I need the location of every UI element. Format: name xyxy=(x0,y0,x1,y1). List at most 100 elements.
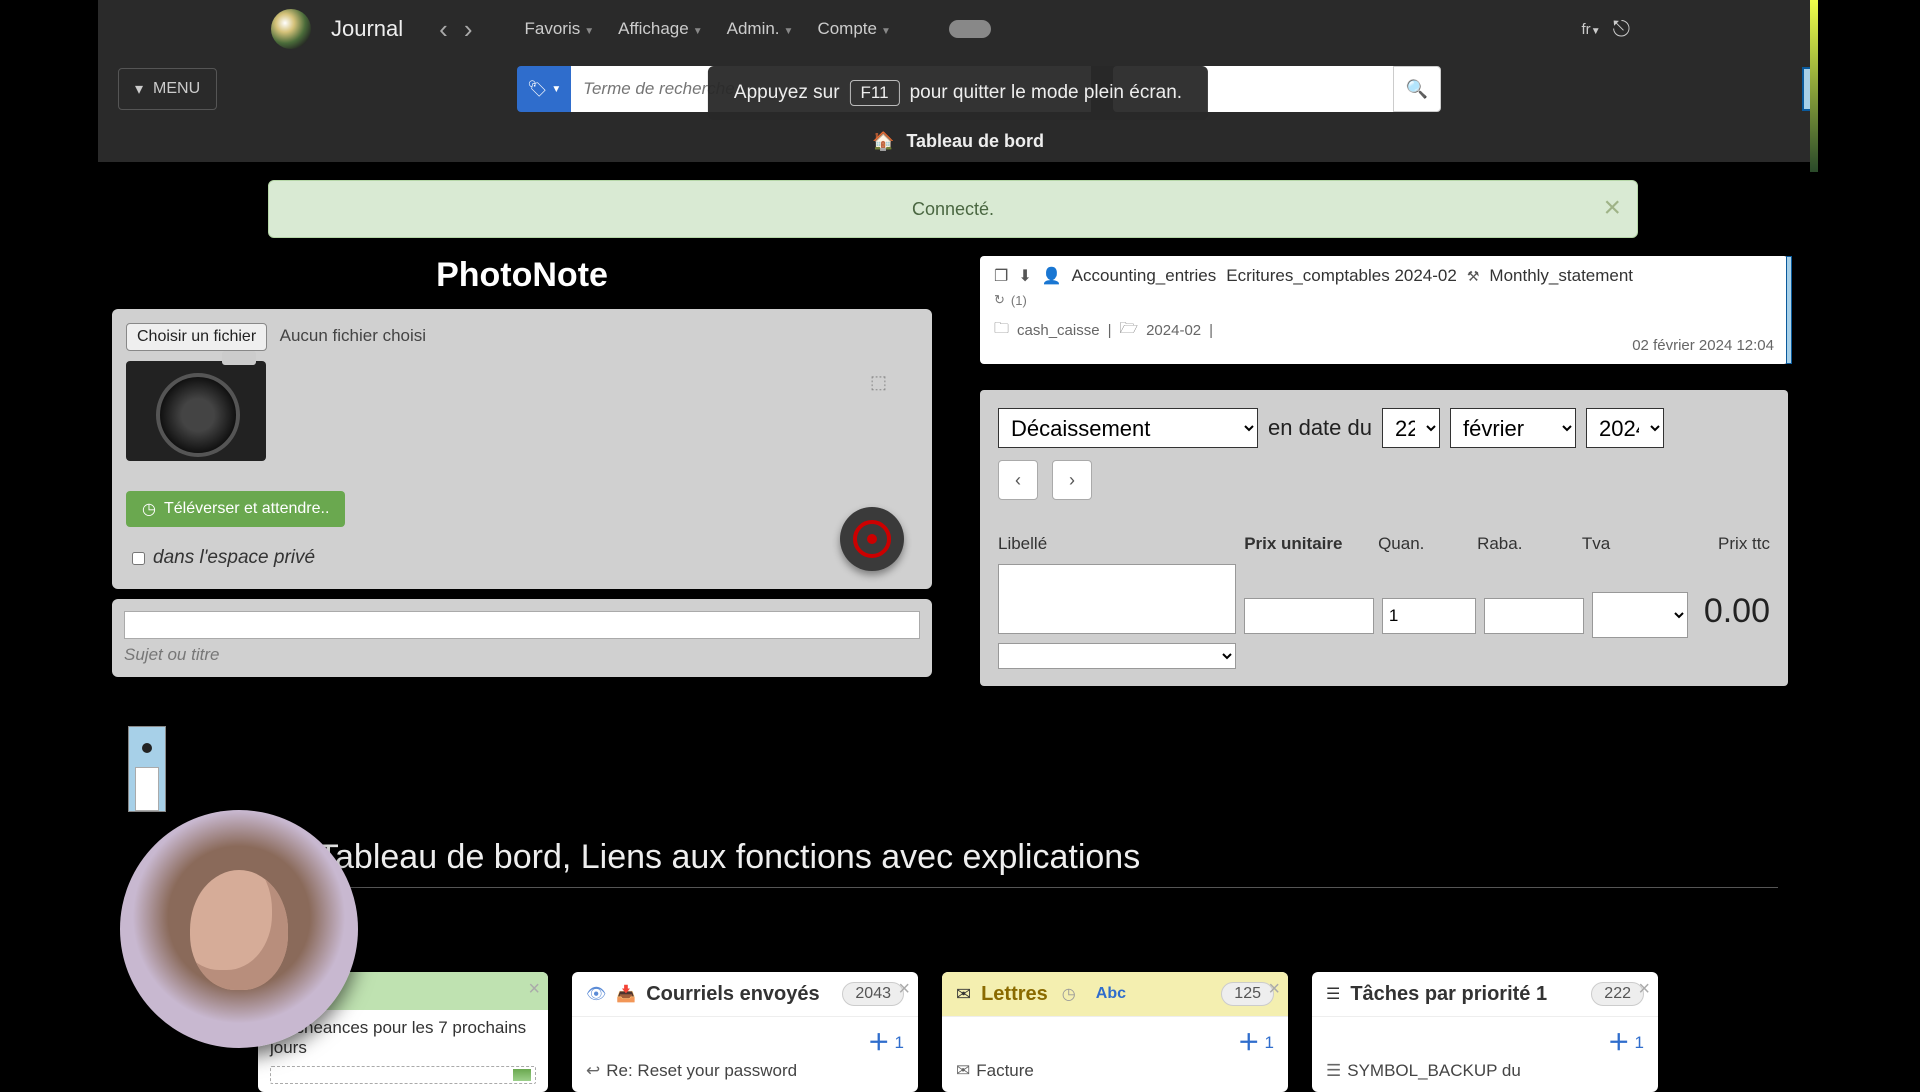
toast-text-before: Appuyez sur xyxy=(734,82,840,104)
card-scroll-handle[interactable] xyxy=(1786,256,1792,364)
date-day-select[interactable]: 22 xyxy=(1382,408,1440,448)
breadcrumb-label[interactable]: Tableau de bord xyxy=(906,131,1044,152)
entry-info-card[interactable]: ❐ ⬇ 👤 Accounting_entries Ecritures_compt… xyxy=(980,256,1788,364)
choose-file-button[interactable]: Choisir un fichier xyxy=(126,323,267,351)
no-file-label: Aucun fichier choisi xyxy=(280,326,426,345)
quan-input[interactable] xyxy=(1382,598,1476,634)
prix-input[interactable] xyxy=(1244,598,1374,634)
tasks-count: 222 xyxy=(1591,982,1644,1006)
date-label: en date du xyxy=(1268,415,1372,441)
subject-placeholder: Sujet ou titre xyxy=(124,645,920,665)
photonote-title: PhotoNote xyxy=(112,256,932,295)
envelope-small-icon: ✉ xyxy=(956,1061,970,1080)
folder-open-icon: 🗁 xyxy=(1119,318,1138,343)
entry-type-select[interactable]: Décaissement xyxy=(998,408,1258,448)
menu-admin[interactable]: Admin.▼ xyxy=(719,13,802,45)
chevron-down-icon: ▾ xyxy=(135,79,143,99)
tasks-title: Tâches par priorité 1 xyxy=(1350,983,1547,1006)
app-brand[interactable]: Journal xyxy=(331,16,403,42)
pager-next[interactable]: › xyxy=(1052,460,1092,500)
total-display: 0.00 xyxy=(1704,592,1770,631)
list-icon: ☰ xyxy=(1326,984,1340,1004)
search-button[interactable]: 🔍 xyxy=(1393,66,1441,112)
date-month-select[interactable]: février xyxy=(1450,408,1576,448)
private-checkbox[interactable] xyxy=(132,552,145,565)
mails-close[interactable]: × xyxy=(898,978,910,1001)
tva-select[interactable] xyxy=(1592,592,1688,638)
mails-add[interactable]: ＋ 1 xyxy=(868,1025,904,1057)
letters-abc[interactable]: Abc xyxy=(1096,985,1126,1003)
mails-row[interactable]: Re: Reset your password xyxy=(606,1061,797,1080)
letters-title[interactable]: Lettres xyxy=(981,983,1048,1005)
folder-icon: 🗀 xyxy=(994,318,1009,343)
th-prixttc: Prix ttc xyxy=(1683,530,1770,558)
pager-prev[interactable]: ‹ xyxy=(998,460,1038,500)
language-selector[interactable]: fr▼ xyxy=(1582,21,1601,38)
folder-b[interactable]: 2024-02 xyxy=(1146,322,1201,339)
search-filter-button[interactable]: 🏷▼ xyxy=(517,66,571,112)
schedule-item-slot[interactable] xyxy=(270,1066,536,1084)
nav-prev[interactable]: ‹ xyxy=(433,14,454,45)
mails-card[interactable]: × 👁 📥 Courriels envoyés 2043 ＋ 1 ↩Re: Re… xyxy=(572,972,918,1092)
letters-card[interactable]: × ✉ Lettres ◷ Abc 125 ＋ 1 ✉Facture xyxy=(942,972,1288,1092)
raba-input[interactable] xyxy=(1484,598,1584,634)
app-logo xyxy=(271,9,311,49)
letters-close[interactable]: × xyxy=(1268,978,1280,1001)
subject-input[interactable] xyxy=(124,611,920,639)
th-libelle: Libellé xyxy=(998,530,1236,558)
menu-affichage[interactable]: Affichage▼ xyxy=(610,13,710,45)
mails-count: 2043 xyxy=(842,982,904,1006)
tasks-card[interactable]: × ☰ Tâches par priorité 1 222 ＋ 1 ☰ SYMBO… xyxy=(1312,972,1658,1092)
iter-count: (1) xyxy=(1011,293,1027,308)
mails-title: Courriels envoyés xyxy=(646,983,819,1006)
photonote-drop-area[interactable]: Choisir un fichier Aucun fichier choisi … xyxy=(112,309,932,589)
person-icon: 👤 xyxy=(1042,266,1062,286)
tasks-add[interactable]: ＋ 1 xyxy=(1608,1025,1644,1057)
schedule-close[interactable]: × xyxy=(528,978,540,1001)
upload-button[interactable]: ◷ Téléverser et attendre.. xyxy=(126,491,345,527)
camera-icon xyxy=(126,361,266,461)
slider-track[interactable] xyxy=(135,767,159,811)
upload-label: Téléverser et attendre.. xyxy=(164,500,329,518)
copy-icon[interactable]: ❐ xyxy=(994,266,1008,286)
nav-next[interactable]: › xyxy=(458,14,479,45)
letters-count: 125 xyxy=(1221,982,1274,1006)
eye-icon: 👁 xyxy=(586,984,606,1004)
logout-icon[interactable]: ⎋ xyxy=(1613,16,1630,42)
toggle-pill[interactable] xyxy=(949,20,991,38)
home-icon[interactable]: 🏠 xyxy=(872,131,894,152)
iteration-icon: ↻ xyxy=(994,292,1005,308)
clock-icon: ◷ xyxy=(142,499,156,519)
slider-widget[interactable] xyxy=(128,726,166,812)
libelle-select[interactable] xyxy=(998,643,1236,669)
dashboard-cards-row: × 4 Echeances pour les 7 prochains jours… xyxy=(258,972,1658,1092)
photonote-panel: PhotoNote Choisir un fichier Aucun fichi… xyxy=(112,256,932,677)
top-navbar: Journal ‹ › Favoris▼ Affichage▼ Admin.▼ … xyxy=(98,0,1818,58)
alert-close-button[interactable]: × xyxy=(1603,191,1621,225)
menu-favoris[interactable]: Favoris▼ xyxy=(517,13,603,45)
th-quan: Quan. xyxy=(1378,530,1469,558)
tasks-close[interactable]: × xyxy=(1638,978,1650,1001)
letters-row[interactable]: Facture xyxy=(976,1061,1034,1080)
th-raba: Raba. xyxy=(1477,530,1574,558)
tools-icon[interactable]: ⚒ xyxy=(1467,268,1480,285)
info-title-a: Accounting_entries xyxy=(1072,266,1217,286)
menu-compte[interactable]: Compte▼ xyxy=(809,13,898,45)
task-list-icon: ☰ xyxy=(1326,1061,1341,1080)
letters-add[interactable]: ＋ 1 xyxy=(1238,1025,1274,1057)
dashboard-heading: Tableau de bord, Liens aux fonctions ave… xyxy=(318,838,1778,888)
date-year-select[interactable]: 2024 xyxy=(1586,408,1664,448)
alert-text: Connecté. xyxy=(912,199,994,220)
tag-icon: 🏷 xyxy=(527,79,547,99)
breadcrumb-row: 🏠 Tableau de bord xyxy=(98,120,1818,162)
inbox-down-icon: 📥 xyxy=(616,984,636,1004)
presenter-avatar xyxy=(120,810,358,1048)
menu-button-label: MENU xyxy=(153,80,200,98)
download-icon[interactable]: ⬇ xyxy=(1018,266,1031,286)
folder-a[interactable]: cash_caisse xyxy=(1017,322,1100,339)
menu-button[interactable]: ▾ MENU xyxy=(118,68,217,110)
tasks-row[interactable]: SYMBOL_BACKUP du xyxy=(1347,1061,1521,1080)
envelope-icon: ✉ xyxy=(956,984,971,1005)
record-button[interactable] xyxy=(840,507,904,571)
libelle-textarea[interactable] xyxy=(998,564,1236,634)
